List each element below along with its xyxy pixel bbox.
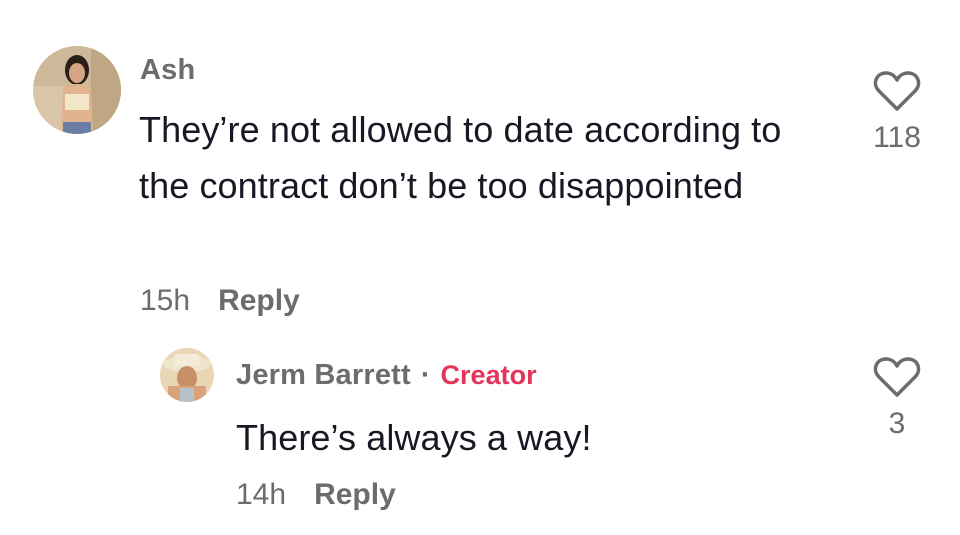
reply-button[interactable]: Reply (218, 284, 300, 318)
comment-meta: 15h Reply (140, 284, 300, 318)
reply-like: 3 (862, 355, 932, 441)
creator-badge: Creator (440, 360, 537, 390)
reply-avatar[interactable] (160, 348, 214, 402)
reply-header: Jerm Barrett · Creator (236, 359, 537, 392)
heart-icon[interactable] (873, 355, 921, 399)
comment-username[interactable]: Ash (140, 54, 195, 87)
like-count: 3 (888, 407, 906, 440)
comment-timestamp: 15h (140, 284, 191, 317)
separator-dot: · (420, 359, 431, 391)
comment-text: They’re not allowed to date according to… (139, 109, 782, 206)
reply-text: There’s always a way! (236, 417, 592, 458)
user-avatar-image (33, 46, 121, 134)
reply-button[interactable]: Reply (314, 478, 396, 512)
comment-like: 118 (862, 69, 932, 155)
user-avatar-image (160, 348, 214, 402)
avatar[interactable] (33, 46, 121, 134)
reply-meta: 14h Reply (236, 478, 396, 512)
reply-username[interactable]: Jerm Barrett (236, 359, 411, 392)
like-count: 118 (873, 121, 921, 154)
heart-icon[interactable] (873, 69, 921, 113)
reply-timestamp: 14h (236, 478, 287, 511)
